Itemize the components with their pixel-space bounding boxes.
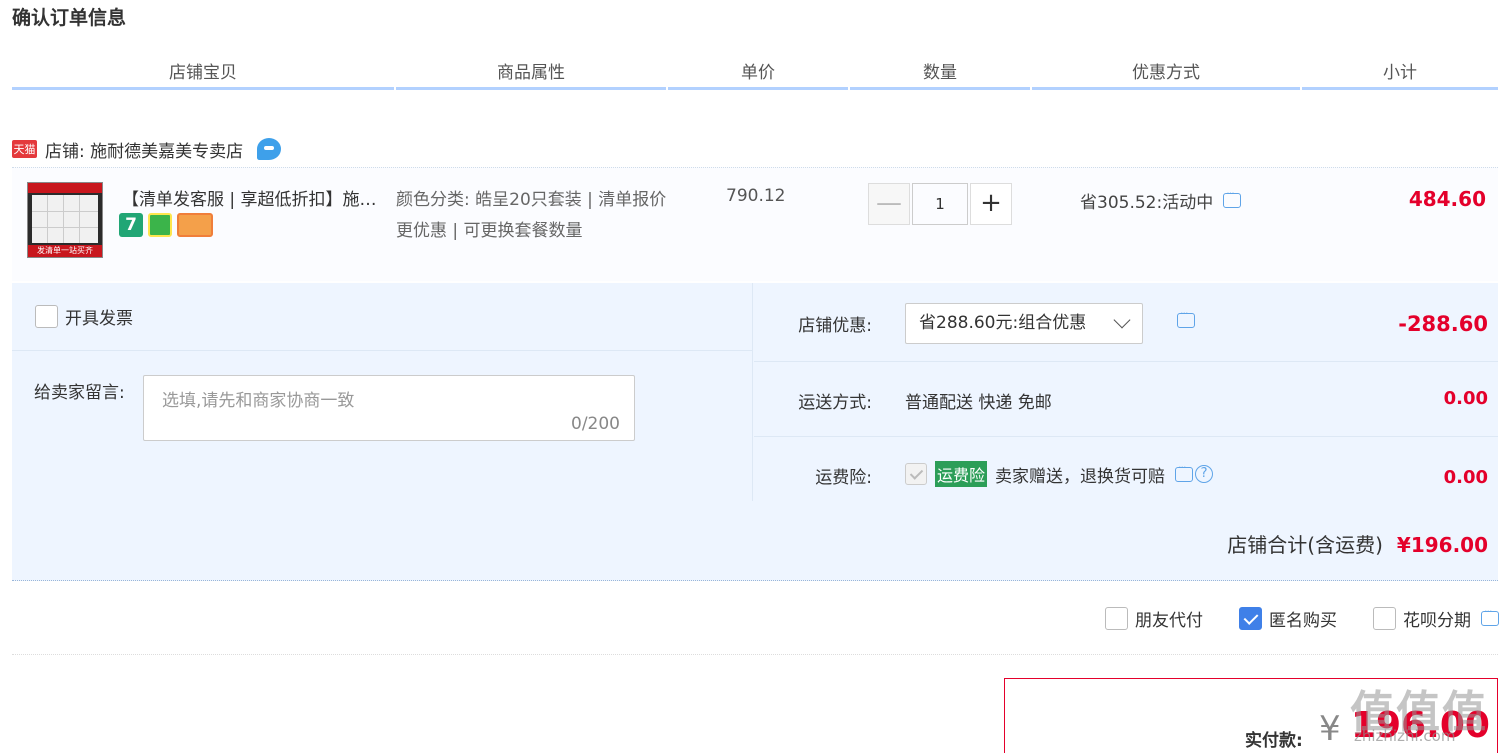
quantity-input[interactable]: 1 <box>912 183 968 225</box>
quantity-decrease-button[interactable]: — <box>868 183 910 225</box>
store-discount-label: 店铺优惠: <box>798 316 872 336</box>
col-header-item: 店铺宝贝 <box>12 62 394 90</box>
quantity-stepper: — 1 + <box>868 183 1012 225</box>
promotion-info: 省305.52:活动中 <box>1080 187 1242 213</box>
help-icon[interactable]: ? <box>1195 465 1214 483</box>
huabei-chat-icon[interactable] <box>1481 605 1499 626</box>
store-discount-selected: 省288.60元:组合优惠 <box>919 313 1087 333</box>
insurance-amount: 0.00 <box>1443 467 1488 488</box>
unit-price: 790.12 <box>726 186 786 206</box>
shipping-amount: 0.00 <box>1443 388 1488 409</box>
insurance-info: 运费险 卖家赠送，退换货可赔 ? <box>905 461 1214 487</box>
payment-options: 朋友代付 匿名购买 花呗分期 <box>1069 605 1499 631</box>
invoice-label: 开具发票 <box>65 309 133 329</box>
guarantee-icon <box>148 213 172 237</box>
store-discount-row: 店铺优惠: 省288.60元:组合优惠 -288.60 <box>754 283 1498 362</box>
shop-header: 天猫 店铺: 施耐德美嘉美专卖店 <box>12 134 282 164</box>
seller-message-label: 给卖家留言: <box>34 383 125 403</box>
col-header-attributes: 商品属性 <box>396 62 666 90</box>
item-subtotal: 484.60 <box>1408 187 1486 211</box>
quantity-increase-button[interactable]: + <box>970 183 1012 225</box>
insurance-label: 运费险: <box>815 468 872 488</box>
col-header-price: 单价 <box>668 62 848 90</box>
seller-message-placeholder: 选填,请先和商家协商一致 <box>162 391 355 411</box>
product-title-link[interactable]: 【清单发客服 | 享超低折扣】施耐德开关插座面板 <box>122 185 390 210</box>
order-extras-left: 开具发票 给卖家留言: 选填,请先和商家协商一致 0/200 <box>12 283 753 501</box>
store-discount-select[interactable]: 省288.60元:组合优惠 <box>905 303 1143 344</box>
huabei-installment-label: 花呗分期 <box>1403 611 1471 631</box>
order-item-row: 发清单一站买齐 【清单发客服 | 享超低折扣】施耐德开关插座面板 7 颜色分类:… <box>12 167 1498 281</box>
chevron-down-icon <box>1113 311 1131 329</box>
anonymous-purchase-option[interactable]: 匿名购买 <box>1239 606 1337 631</box>
insurance-checkbox <box>905 463 927 485</box>
invoice-option[interactable]: 开具发票 <box>12 283 753 351</box>
payment-currency: ¥ <box>1319 709 1341 749</box>
anonymous-purchase-label: 匿名购买 <box>1269 611 1337 631</box>
page-title: 确认订单信息 <box>12 7 127 29</box>
col-header-subtotal: 小计 <box>1302 62 1498 90</box>
insurance-tag: 运费险 <box>935 461 988 487</box>
watermark-url: zhizhizhi.com <box>1354 727 1456 745</box>
huabei-installment-option[interactable]: 花呗分期 <box>1373 605 1499 631</box>
store-total: 店铺合计(含运费) ¥196.00 <box>1227 529 1488 558</box>
store-discount-amount: -288.60 <box>1398 312 1488 336</box>
store-total-amount: ¥196.00 <box>1396 533 1488 557</box>
tmall-icon: 天猫 <box>12 140 37 158</box>
service-icons: 7 <box>119 213 213 237</box>
discount-chat-icon[interactable] <box>1177 307 1195 328</box>
section-divider <box>12 654 1498 655</box>
shipping-insurance-row: 运费险: 运费险 卖家赠送，退换货可赔 ? 0.00 <box>754 437 1498 501</box>
thumbnail-switch-grid <box>32 195 98 243</box>
wangwang-chat-icon[interactable] <box>257 138 282 160</box>
payment-label: 实付款: <box>1245 731 1303 751</box>
credit-card-icon <box>177 213 213 237</box>
seven-day-return-icon: 7 <box>119 213 143 237</box>
seller-message-input[interactable]: 选填,请先和商家协商一致 0/200 <box>143 375 635 441</box>
insurance-chat-icon[interactable] <box>1175 461 1194 482</box>
product-thumbnail[interactable]: 发清单一站买齐 <box>27 182 103 258</box>
thumbnail-top-band <box>28 183 102 193</box>
seller-message-counter: 0/200 <box>571 414 620 434</box>
huabei-installment-checkbox[interactable] <box>1373 607 1396 630</box>
friend-pay-checkbox[interactable] <box>1105 607 1128 630</box>
promotion-chat-icon[interactable] <box>1223 187 1242 208</box>
thumbnail-band-text: 发清单一站买齐 <box>28 245 102 257</box>
shipping-method: 普通配送 快递 免邮 <box>905 393 1052 413</box>
product-attributes: 颜色分类: 皓呈20只套装 | 清单报价更优惠 | 可更换套餐数量 <box>396 190 667 241</box>
shop-name-link[interactable]: 店铺: 施耐德美嘉美专卖店 <box>45 137 243 162</box>
friend-pay-option[interactable]: 朋友代付 <box>1105 606 1203 631</box>
insurance-text: 卖家赠送，退换货可赔 <box>995 466 1166 487</box>
col-header-quantity: 数量 <box>850 62 1030 90</box>
order-extras-panel: 开具发票 给卖家留言: 选填,请先和商家协商一致 0/200 店铺优惠: 省28… <box>12 283 1498 581</box>
store-total-label: 店铺合计(含运费) <box>1227 533 1383 557</box>
anonymous-purchase-checkbox[interactable] <box>1239 607 1262 630</box>
promotion-text: 省305.52:活动中 <box>1080 193 1214 213</box>
shipping-row: 运送方式: 普通配送 快递 免邮 0.00 <box>754 362 1498 437</box>
shipping-label: 运送方式: <box>798 393 872 413</box>
invoice-checkbox[interactable] <box>35 305 58 328</box>
col-header-promotion: 优惠方式 <box>1032 62 1300 90</box>
friend-pay-label: 朋友代付 <box>1135 611 1203 631</box>
